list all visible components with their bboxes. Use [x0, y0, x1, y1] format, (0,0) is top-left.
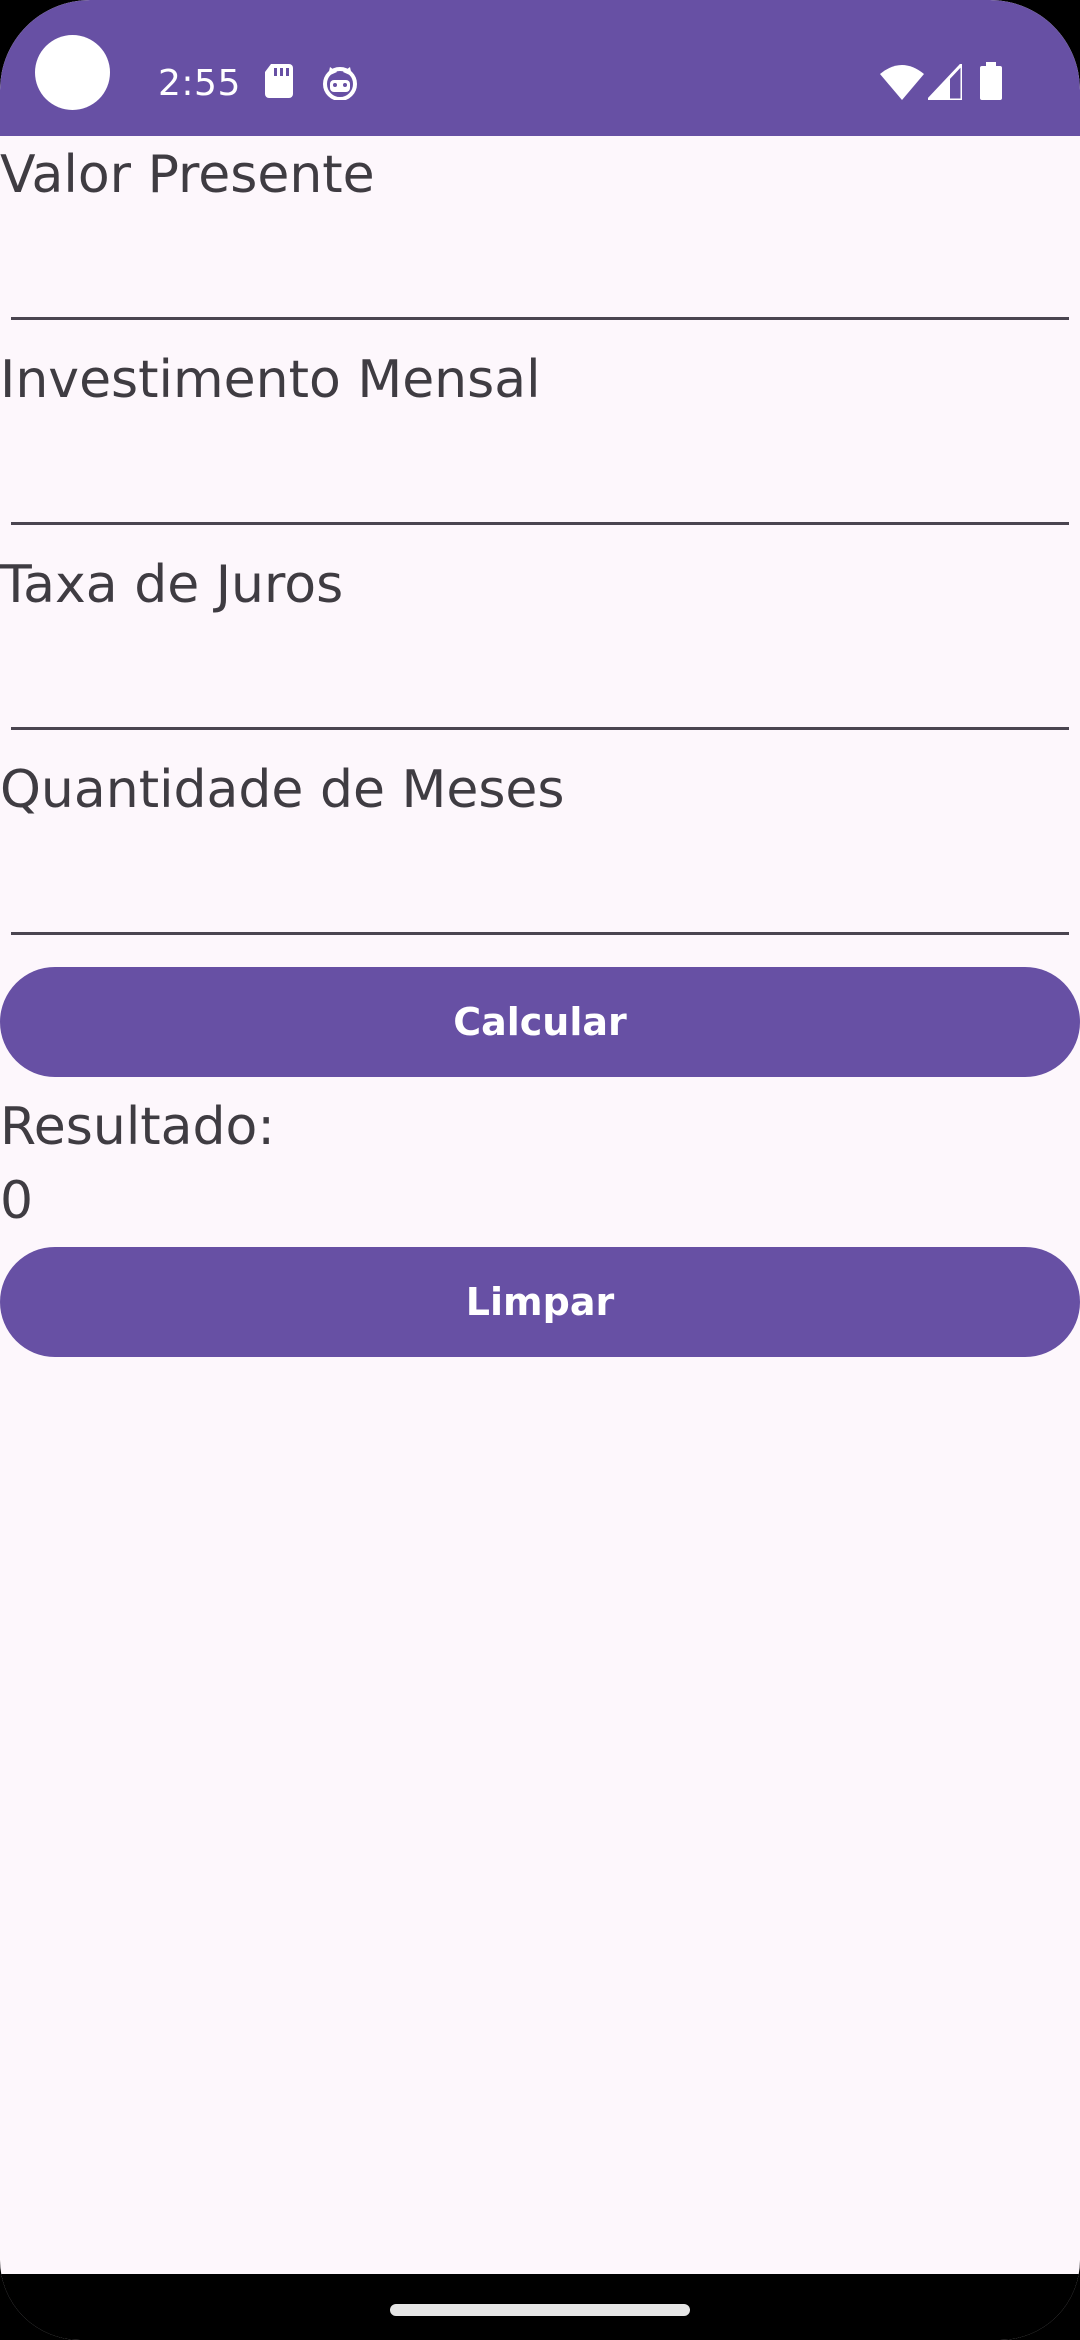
app-screen: 2:55 Valor Presente Investimento Mensal …	[0, 0, 1080, 2340]
valor-presente-input[interactable]	[11, 240, 1069, 320]
calcular-button[interactable]: Calcular	[0, 967, 1080, 1077]
valor-presente-label: Valor Presente	[0, 145, 375, 205]
investimento-mensal-label: Investimento Mensal	[0, 350, 541, 410]
taxa-juros-input[interactable]	[11, 650, 1069, 730]
status-time: 2:55	[158, 63, 241, 104]
result-label: Resultado:	[0, 1097, 275, 1157]
wifi-icon	[880, 65, 924, 100]
investimento-mensal-input[interactable]	[11, 445, 1069, 525]
status-bar: 2:55	[0, 0, 1080, 136]
camera-cutout	[35, 35, 110, 110]
home-gesture-handle[interactable]	[390, 2304, 690, 2316]
taxa-juros-label: Taxa de Juros	[0, 555, 344, 615]
limpar-button[interactable]: Limpar	[0, 1247, 1080, 1357]
result-value: 0	[0, 1171, 34, 1231]
quantidade-meses-input[interactable]	[11, 855, 1069, 935]
cat-face-icon	[323, 67, 357, 100]
quantidade-meses-label: Quantidade de Meses	[0, 760, 565, 820]
sd-card-icon	[265, 64, 293, 98]
cell-signal-icon	[928, 64, 962, 100]
battery-icon	[980, 62, 1002, 100]
